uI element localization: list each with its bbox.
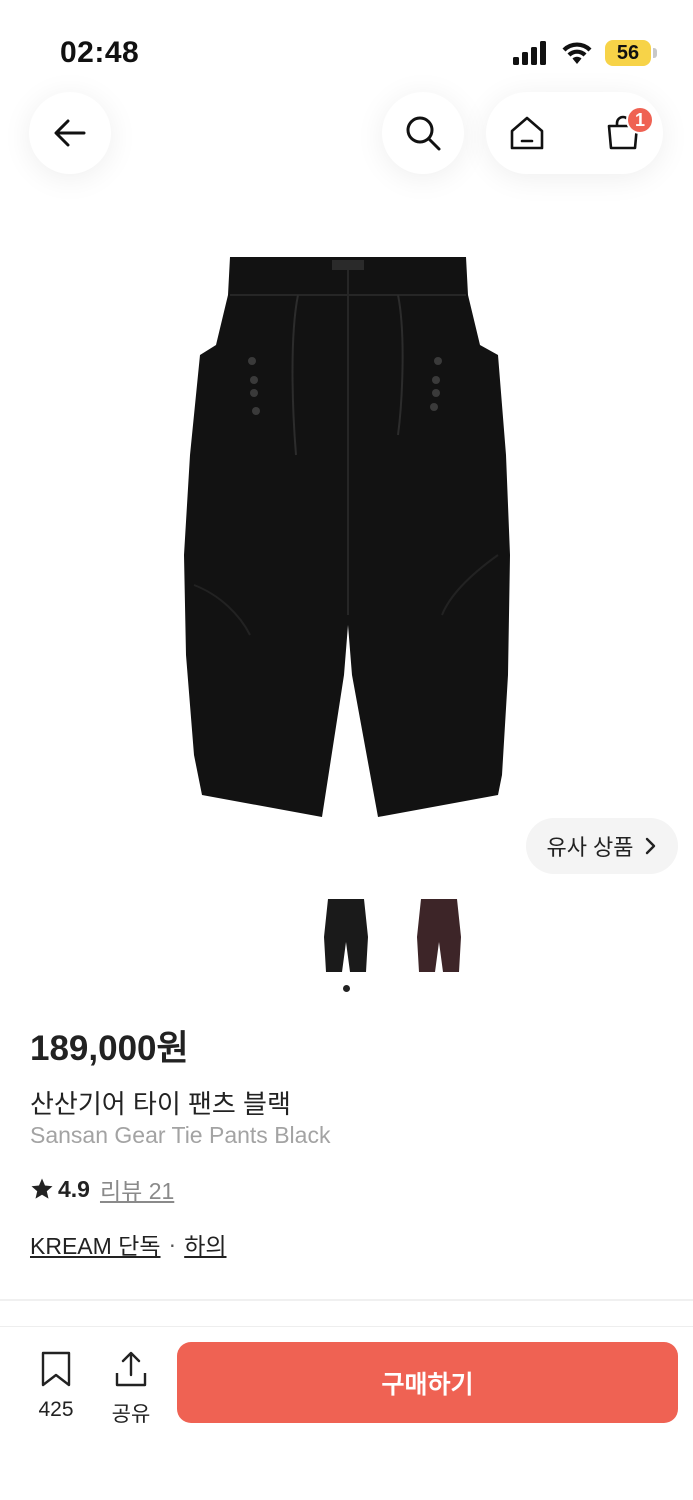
- review-link[interactable]: 리뷰 21: [100, 1172, 174, 1206]
- rating-row: 4.9 리뷰 21: [30, 1172, 174, 1206]
- tags-row: KREAM 단독 · 하의: [30, 1227, 227, 1261]
- battery-icon: 56: [605, 40, 657, 66]
- tag-exclusive[interactable]: KREAM 단독: [30, 1227, 161, 1261]
- search-icon: [406, 116, 441, 151]
- share-icon: [115, 1351, 147, 1387]
- bottom-action-bar: 425 공유 구매하기: [0, 1326, 693, 1500]
- star-icon: [31, 1178, 53, 1199]
- similar-products-button[interactable]: 유사 상품: [526, 818, 678, 874]
- home-icon: [510, 116, 544, 150]
- bookmark-icon: [41, 1351, 71, 1387]
- back-arrow-icon: [54, 119, 86, 147]
- status-bar: 02:48 56: [0, 0, 693, 90]
- buy-button[interactable]: 구매하기: [177, 1342, 678, 1423]
- rating-value: 4.9: [58, 1175, 90, 1202]
- top-nav: 1: [0, 92, 693, 174]
- nav-pill: 1: [486, 92, 663, 174]
- chevron-right-icon: [645, 837, 655, 855]
- cellular-signal-icon: [513, 41, 546, 65]
- home-button[interactable]: [504, 110, 550, 156]
- share-label: 공유: [111, 1403, 151, 1426]
- divider: [0, 1299, 693, 1301]
- carousel-indicator: [343, 985, 350, 992]
- product-image[interactable]: [180, 255, 513, 820]
- thumbnail-black[interactable]: [322, 897, 370, 977]
- bookmark-button[interactable]: 425: [30, 1351, 82, 1422]
- tag-separator: ·: [168, 1230, 177, 1257]
- status-icons: 56: [513, 40, 657, 66]
- cart-badge: 1: [626, 106, 654, 134]
- product-price: 189,000원: [30, 1029, 189, 1068]
- share-button[interactable]: 공유: [105, 1351, 157, 1428]
- wifi-icon: [562, 42, 592, 64]
- back-button[interactable]: [29, 92, 111, 174]
- battery-cap: [653, 48, 657, 58]
- search-button[interactable]: [382, 92, 464, 174]
- thumbnail-brown[interactable]: [415, 897, 463, 977]
- product-name-korean: 산산기어 타이 팬츠 블랙: [30, 1089, 291, 1119]
- tag-category[interactable]: 하의: [184, 1227, 226, 1261]
- bookmark-count: 425: [38, 1398, 74, 1421]
- similar-products-label: 유사 상품: [546, 835, 634, 860]
- battery-level: 56: [605, 40, 651, 66]
- status-time: 02:48: [60, 36, 140, 69]
- product-name-english: Sansan Gear Tie Pants Black: [30, 1122, 331, 1148]
